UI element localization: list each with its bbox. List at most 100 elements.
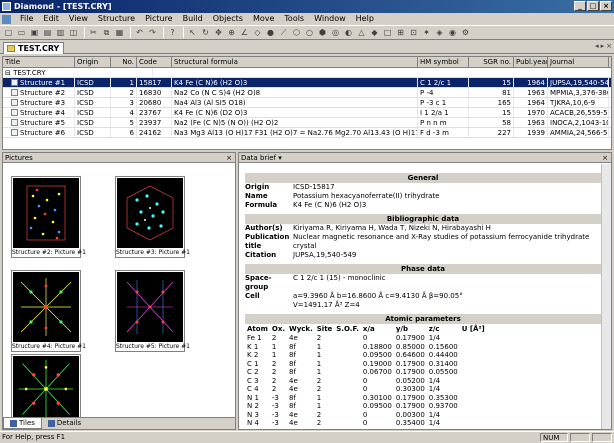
select-arrow-icon[interactable]: ↖ xyxy=(187,27,198,38)
toolbar-separator xyxy=(163,27,164,38)
shape-icon[interactable]: ◐ xyxy=(343,27,354,38)
col-hm-symbol[interactable]: HM symbol xyxy=(418,57,469,67)
redo-icon[interactable]: ↷ xyxy=(147,27,158,38)
measure-icon[interactable]: ∠ xyxy=(239,27,250,38)
fill-icon[interactable]: ◎ xyxy=(330,27,341,38)
brief-field-value: V=1491.17 Å³ Z=4 xyxy=(293,301,360,309)
tab-scroll-right-icon[interactable]: ▸ xyxy=(601,42,605,50)
atom-cell: 2 xyxy=(271,376,277,385)
zoom-icon[interactable]: ⊕ xyxy=(226,27,237,38)
atom-cell: 1 xyxy=(271,342,277,351)
table-row[interactable]: Structure #6 ICSD 6 24162 Na3 Mg3 Al13 (O H)… xyxy=(3,128,611,138)
rotate-icon[interactable]: ↻ xyxy=(200,27,211,38)
open-folder-icon[interactable]: ▭ xyxy=(16,27,27,38)
col-title[interactable]: Title xyxy=(3,57,75,67)
menu-structure[interactable]: Structure xyxy=(93,13,140,25)
atom-cell: Fe 1 xyxy=(247,334,262,342)
menu-tools[interactable]: Tools xyxy=(279,13,309,25)
menu-objects[interactable]: Objects xyxy=(208,13,248,25)
thumbnail-structure-5[interactable]: Structure #5: Picture #1 xyxy=(115,270,190,352)
menu-build[interactable]: Build xyxy=(178,13,208,25)
grow-icon[interactable]: ⬢ xyxy=(317,27,328,38)
unit-cell-icon[interactable]: ◇ xyxy=(252,27,263,38)
minimize-button[interactable]: _ xyxy=(574,1,586,11)
style-icon[interactable]: ◉ xyxy=(447,27,458,38)
lattice-icon[interactable]: ⊞ xyxy=(395,27,406,38)
pane-close-icon[interactable]: × xyxy=(226,153,232,163)
menu-help[interactable]: Help xyxy=(351,13,379,25)
ring-icon[interactable]: ○ xyxy=(304,27,315,38)
cell-hm-symbol: C 1 2/c 1 xyxy=(418,78,469,87)
paste-icon[interactable]: ▦ xyxy=(114,27,125,38)
tab-close-icon[interactable]: × xyxy=(606,42,612,50)
context-help-icon[interactable]: ? xyxy=(167,27,178,38)
dropdown-arrow-icon[interactable]: ▾ xyxy=(278,154,282,162)
save-all-icon[interactable]: ▤ xyxy=(42,27,53,38)
diamond-shape-icon[interactable]: ◆ xyxy=(369,27,380,38)
table-row[interactable]: Structure #4 ICSD 4 23767 K4 Fe (C N)6 (D2 O… xyxy=(3,108,611,118)
col-formula[interactable]: Structural formula xyxy=(172,57,418,67)
tab-scroll-left-icon[interactable]: ◂ xyxy=(595,42,599,50)
thumbnail-structure-3[interactable]: Structure #3: Picture #1 xyxy=(115,176,190,258)
settings-icon[interactable]: ⚙ xyxy=(460,27,471,38)
atom-col-header: x/a xyxy=(362,325,375,333)
cell-origin: ICSD xyxy=(75,78,111,87)
vertical-scrollbar[interactable] xyxy=(601,164,611,429)
structure-node-icon xyxy=(11,129,18,136)
polyhedron-icon[interactable]: ⬡ xyxy=(291,27,302,38)
atom-cell: -3 xyxy=(271,419,279,427)
atom-cell: 0.17900 xyxy=(395,334,425,342)
triangle-icon[interactable]: △ xyxy=(356,27,367,38)
brief-field-value: JUPSA,19,540-549 xyxy=(293,251,357,259)
table-row[interactable]: Structure #3 ICSD 3 20680 Na4 Al3 (Al SI5 O1… xyxy=(3,98,611,108)
menu-move[interactable]: Move xyxy=(248,13,279,25)
atom-icon[interactable]: ● xyxy=(265,27,276,38)
data-brief-header[interactable]: Data brief ▾ × xyxy=(239,153,611,163)
move-icon[interactable]: ✥ xyxy=(213,27,224,38)
table-root-row[interactable]: ⊟ TEST.CRY xyxy=(3,68,611,78)
close-button[interactable]: × xyxy=(600,1,612,11)
menu-edit[interactable]: Edit xyxy=(38,13,64,25)
cut-icon[interactable]: ✂ xyxy=(88,27,99,38)
menu-view[interactable]: View xyxy=(64,13,93,25)
new-file-icon[interactable]: ▢ xyxy=(3,27,14,38)
save-icon[interactable]: ▣ xyxy=(29,27,40,38)
menu-window[interactable]: Window xyxy=(309,13,351,25)
table-row[interactable]: Structure #1 ICSD 1 15817 K4 Fe (C N)6 (H2 O… xyxy=(3,78,611,88)
print-preview-icon[interactable]: ◫ xyxy=(68,27,79,38)
col-code[interactable]: Code xyxy=(137,57,172,67)
menu-picture[interactable]: Picture xyxy=(140,13,178,25)
col-origin[interactable]: Origin xyxy=(75,57,111,67)
col-no[interactable]: No. xyxy=(111,57,137,67)
tab-details[interactable]: Details xyxy=(42,418,87,429)
thumbnail-structure-6[interactable] xyxy=(11,354,81,424)
color-icon[interactable]: ◈ xyxy=(434,27,445,38)
thumbnail-structure-2[interactable]: Structure #2: Picture #1 xyxy=(11,176,86,258)
document-tab[interactable]: TEST.CRY xyxy=(3,42,65,54)
col-publ-year[interactable]: Publ.year xyxy=(514,57,548,67)
document-menu-icon[interactable] xyxy=(2,14,11,24)
col-sgr-no[interactable]: SGR no. xyxy=(469,57,514,67)
cell-hm-symbol: P n n m xyxy=(418,118,469,127)
atom-col-header: Atom xyxy=(247,325,268,333)
col-journal[interactable]: Journal xyxy=(548,57,609,67)
print-icon[interactable]: ▥ xyxy=(55,27,66,38)
thumbnail-structure-4[interactable]: Structure #4: Picture #1 xyxy=(11,270,86,352)
square-icon[interactable]: □ xyxy=(382,27,393,38)
table-row[interactable]: Structure #2 ICSD 2 16830 Na2 Co (N C S)4 (H… xyxy=(3,88,611,98)
collapse-icon[interactable]: ⊟ xyxy=(5,69,11,77)
bond-icon[interactable]: ⟋ xyxy=(278,27,289,38)
atom-cell: 8f xyxy=(289,359,296,368)
menu-file[interactable]: File xyxy=(15,13,38,25)
maximize-button[interactable]: □ xyxy=(587,1,599,11)
copy-icon[interactable]: ⧉ xyxy=(101,27,112,38)
magic-icon[interactable]: ✦ xyxy=(421,27,432,38)
table-row[interactable]: Structure #5 ICSD 5 23937 Na2 (Fe (C N)5 (N … xyxy=(3,118,611,128)
atom-cell: C 2 xyxy=(247,368,259,376)
cell-sgr-no: 15 xyxy=(469,108,514,117)
arrange-icon[interactable]: ⊡ xyxy=(408,27,419,38)
tab-tiles[interactable]: Tiles xyxy=(3,418,42,429)
atom-col-header: z/c xyxy=(428,325,440,333)
pane-close-icon[interactable]: × xyxy=(602,153,608,163)
undo-icon[interactable]: ↶ xyxy=(134,27,145,38)
